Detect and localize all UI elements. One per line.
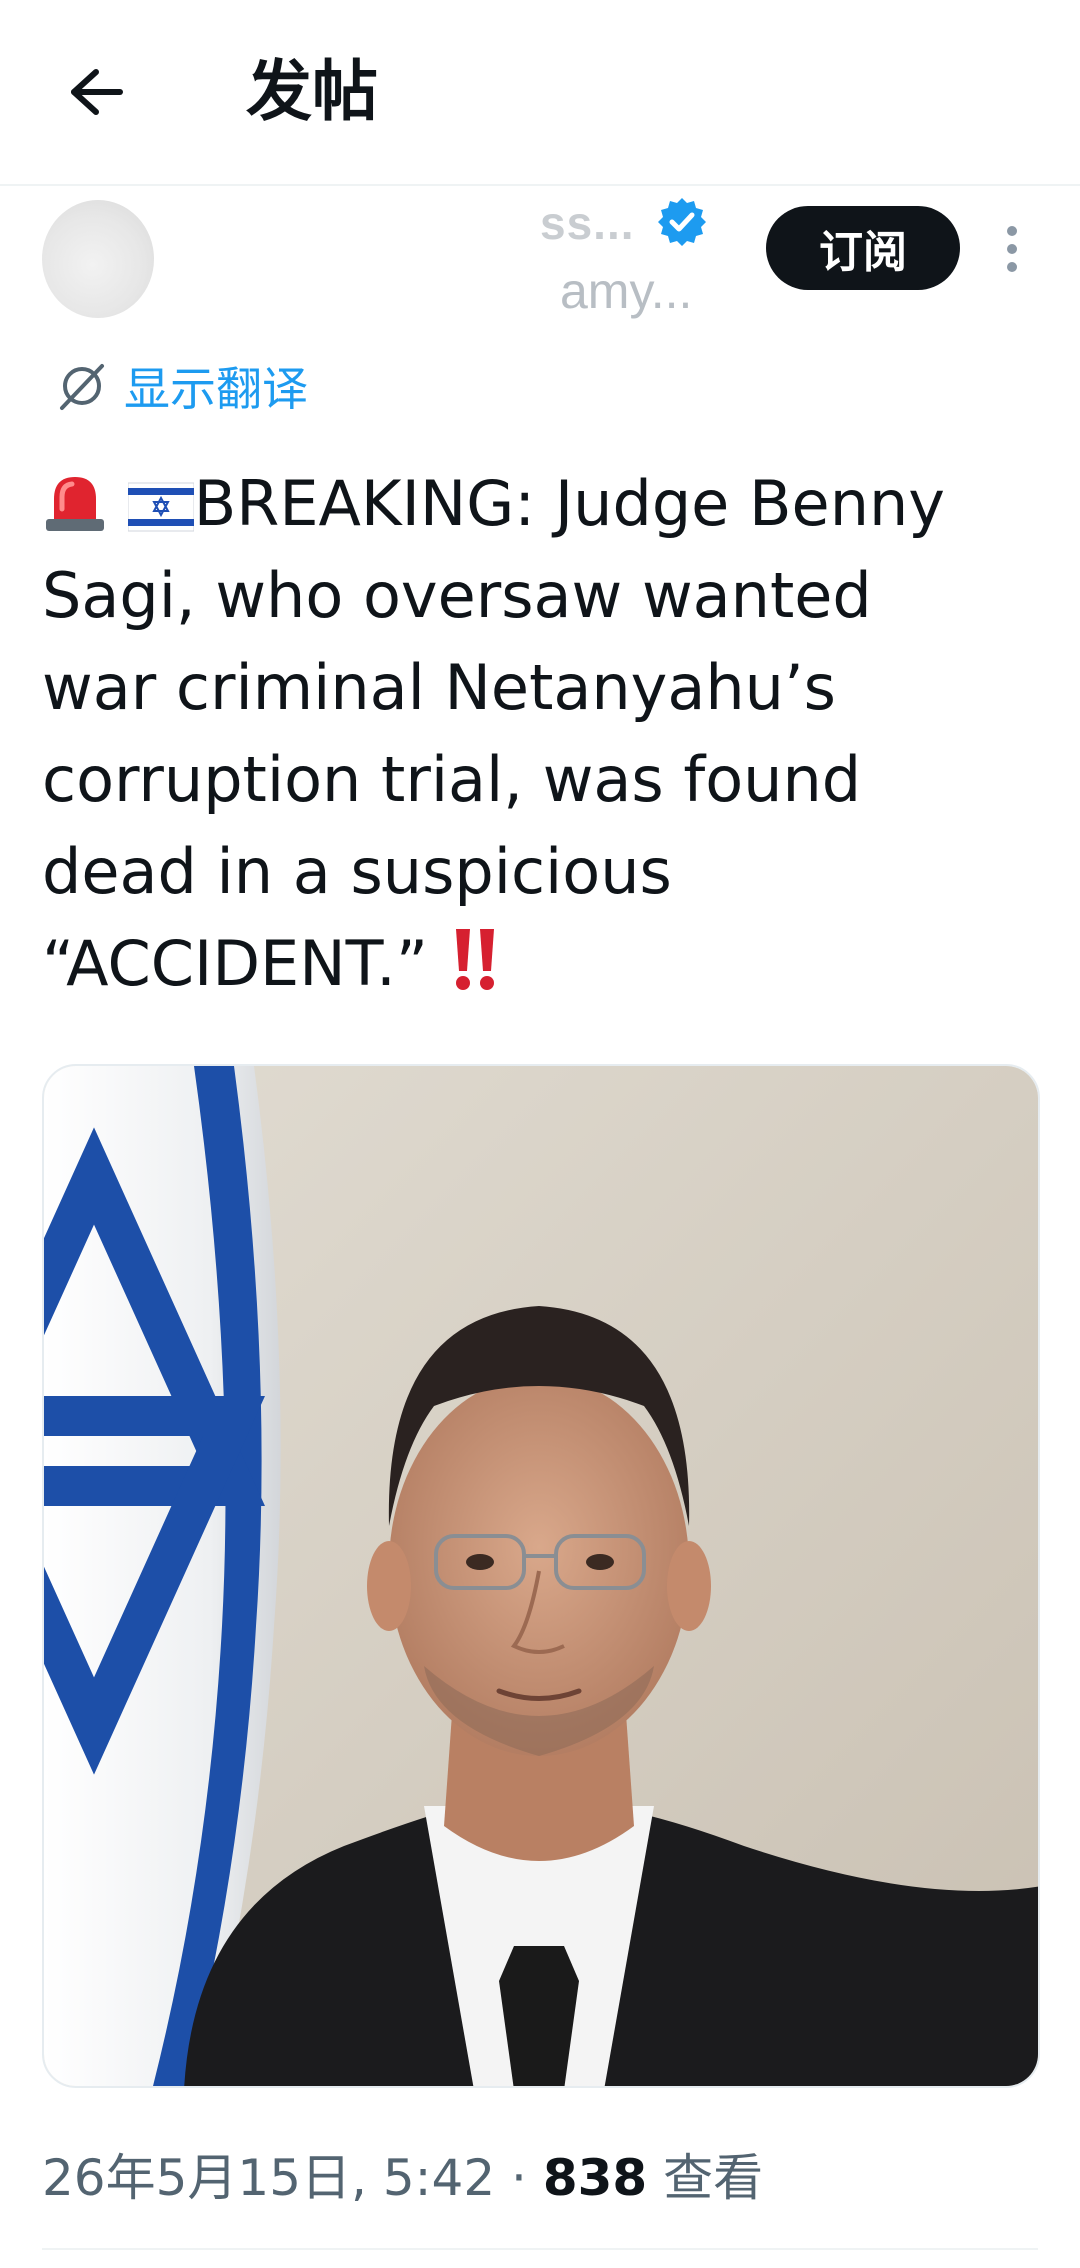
verified-badge-icon <box>658 198 706 246</box>
author-handle[interactable]: amy... <box>560 262 692 320</box>
tweet-line-3: war criminal Netanyahu’s <box>42 651 836 724</box>
tweet-text-line: “ACCIDENT.” <box>42 918 1042 1010</box>
police-light-icon <box>46 477 104 531</box>
double-exclamation-icon <box>455 929 494 990</box>
post-detail-screen: 发帖 ss... amy... 订阅 显示翻译 BREAKING: Judge … <box>0 0 1080 2268</box>
tweet-line-2: Sagi, who oversaw wanted <box>42 559 872 632</box>
divider <box>42 2248 1038 2250</box>
tweet-line-5: dead in a suspicious <box>42 835 672 908</box>
show-translation-label: 显示翻译 <box>124 362 308 416</box>
more-vertical-icon <box>1007 226 1017 272</box>
tweet-line-6: “ACCIDENT.” <box>42 927 428 1000</box>
tweet-line-4: corruption trial, was found <box>42 743 862 816</box>
post-timestamp: 26年5月15日, 5:42 <box>42 2149 496 2207</box>
top-bar: 发帖 <box>0 0 1080 186</box>
avatar[interactable] <box>42 200 154 318</box>
tweet-text-line: BREAKING: Judge Benny <box>42 458 1042 550</box>
show-translation-link[interactable]: 显示翻译 <box>54 354 308 418</box>
globe-translate-icon <box>60 364 104 410</box>
meta-separator: · <box>511 2149 527 2207</box>
author-name[interactable]: ss... <box>540 196 635 250</box>
arrow-left-icon <box>71 69 123 115</box>
tweet-text: BREAKING: Judge Benny Sagi, who oversaw … <box>42 458 1042 1010</box>
tweet-image[interactable] <box>42 1064 1040 2088</box>
tweet-line-1: BREAKING: Judge Benny <box>193 467 945 540</box>
subscribe-button[interactable]: 订阅 <box>766 206 960 290</box>
post-meta: 26年5月15日, 5:42 · 838 查看 <box>42 2138 763 2210</box>
views-label: 查看 <box>663 2149 764 2207</box>
judge-portrait-image <box>44 1066 1038 2086</box>
israel-flag-icon <box>127 482 194 532</box>
back-button[interactable] <box>56 52 136 132</box>
views-count[interactable]: 838 <box>543 2149 647 2207</box>
page-title: 发帖 <box>246 53 378 130</box>
more-options-button[interactable] <box>992 214 1032 284</box>
